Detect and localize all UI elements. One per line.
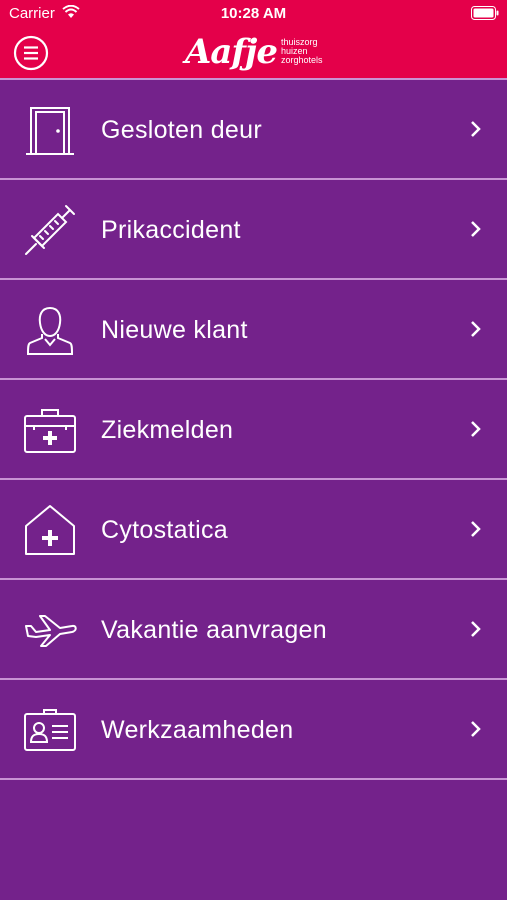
airplane-icon	[22, 604, 78, 656]
medical-kit-icon	[22, 404, 78, 456]
menu-item-werkzaamheden[interactable]: Werkzaamheden	[0, 680, 507, 780]
door-icon	[22, 104, 78, 156]
menu-item-nieuwe-klant[interactable]: Nieuwe klant	[0, 280, 507, 380]
menu-item-label: Cytostatica	[101, 516, 228, 544]
chevron-right-icon	[469, 619, 483, 639]
menu-item-prikaccident[interactable]: Prikaccident	[0, 180, 507, 280]
id-card-icon	[22, 704, 78, 756]
menu-item-cytostatica[interactable]: Cytostatica	[0, 480, 507, 580]
person-icon	[22, 304, 78, 356]
logo-sub-line: zorghotels	[281, 55, 323, 65]
hamburger-menu-button[interactable]	[13, 35, 49, 71]
hamburger-icon	[13, 35, 49, 71]
chevron-right-icon	[469, 519, 483, 539]
chevron-right-icon	[469, 319, 483, 339]
menu-item-ziekmelden[interactable]: Ziekmelden	[0, 380, 507, 480]
chevron-right-icon	[469, 219, 483, 239]
nav-bar: Aafje thuiszorg huizen zorghotels	[0, 28, 507, 78]
menu-item-gesloten-deur[interactable]: Gesloten deur	[0, 80, 507, 180]
clock: 10:28 AM	[220, 5, 287, 22]
chevron-right-icon	[469, 119, 483, 139]
menu-item-vakantie-aanvragen[interactable]: Vakantie aanvragen	[0, 580, 507, 680]
menu-item-label: Werkzaamheden	[101, 716, 294, 744]
menu-item-label: Nieuwe klant	[101, 316, 248, 344]
logo-subtitle: thuiszorg huizen zorghotels	[281, 38, 341, 65]
syringe-icon	[22, 204, 78, 256]
status-bar: Carrier 10:28 AM	[0, 0, 507, 28]
menu-item-label: Gesloten deur	[101, 116, 262, 144]
house-plus-icon	[22, 504, 78, 556]
chevron-right-icon	[469, 419, 483, 439]
menu-item-label: Prikaccident	[101, 216, 241, 244]
logo-word: Aafje	[185, 32, 278, 72]
chevron-right-icon	[469, 719, 483, 739]
battery-icon	[471, 6, 499, 20]
menu-item-label: Vakantie aanvragen	[101, 616, 327, 644]
menu-item-label: Ziekmelden	[101, 416, 234, 444]
main-menu: Gesloten deur Prikaccident Nieuwe klant …	[0, 78, 507, 780]
